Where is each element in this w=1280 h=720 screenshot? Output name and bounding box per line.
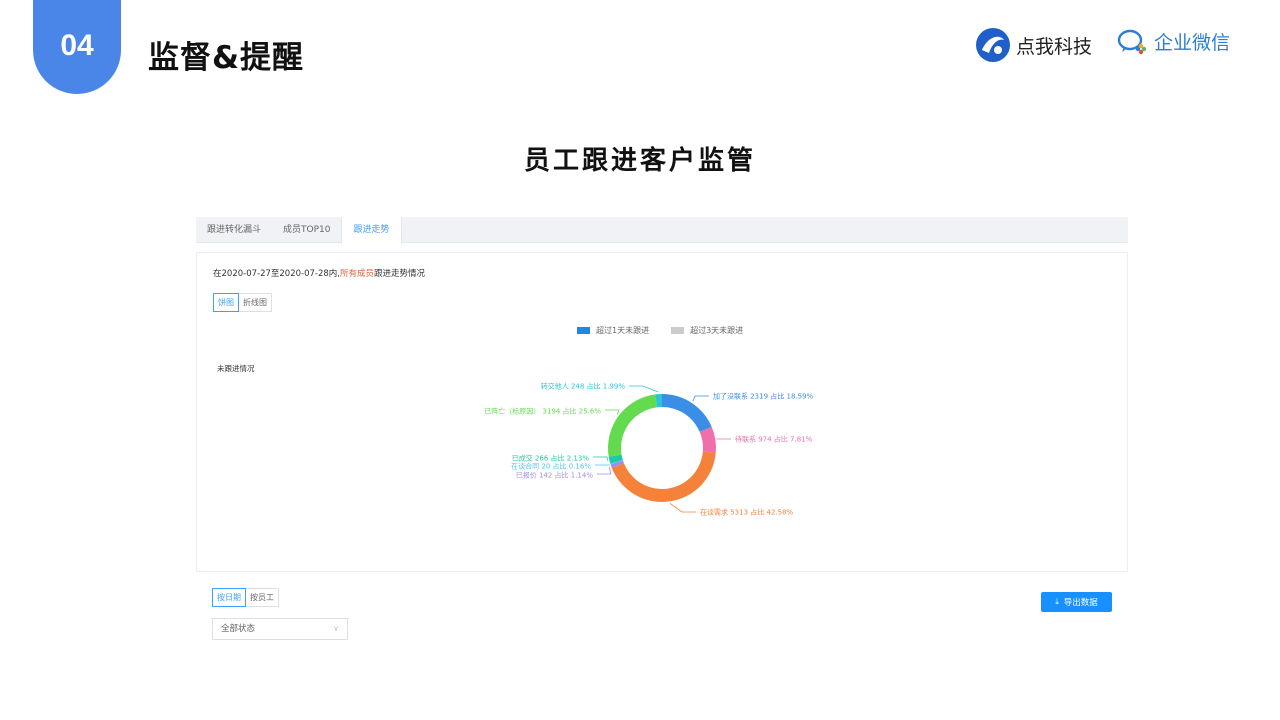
filter-bar: 按日期 按员工 全部状态 ∨ ⤓ 导出数据 <box>196 572 1128 642</box>
donut-leader-line <box>593 456 608 461</box>
status-select-value: 全部状态 <box>221 624 256 634</box>
donut-slice-label: 在谈合同 20 占比 0.16% <box>511 462 591 471</box>
tab-trend[interactable]: 跟进走势 <box>341 217 402 244</box>
brand-dianwo: 点我科技 <box>974 26 1092 64</box>
brand-name: 点我科技 <box>1016 35 1093 58</box>
donut-slice-label: 加了没联系 2319 占比 18.59% <box>713 392 814 401</box>
report-panel: 跟进转化漏斗 成员TOP10 跟进走势 在2020-07-27至2020-07-… <box>196 217 1128 642</box>
chart-card: 在2020-07-27至2020-07-28内,所有成员跟进走势情况 饼图 折线… <box>196 252 1128 572</box>
donut-slice-label: 已报价 142 占比 1.14% <box>516 471 594 480</box>
donut-chart: 加了没联系 2319 占比 18.59% 待联系 974 占比 7.81% 在谈需求… <box>484 382 814 517</box>
donut-slice[interactable] <box>662 394 712 432</box>
brand-wecom: 企业微信 <box>1116 26 1230 56</box>
export-button[interactable]: ⤓ 导出数据 <box>1041 592 1112 612</box>
donut-leader-line <box>692 395 709 402</box>
donut-leader-line <box>669 503 696 513</box>
download-icon: ⤓ <box>1055 597 1059 606</box>
tab-bar: 跟进转化漏斗 成员TOP10 跟进走势 <box>196 217 1128 244</box>
donut-slice[interactable] <box>608 394 657 457</box>
donut-leader-line <box>629 385 659 393</box>
donut-slice-label: 已成交 266 占比 2.13% <box>512 454 590 463</box>
export-button-label: 导出数据 <box>1063 598 1098 608</box>
donut-slice-label: 转交他人 248 占比 1.99% <box>541 382 626 391</box>
donut-slice-label: 在谈需求 5313 占比 42.58% <box>700 508 794 517</box>
status-select[interactable]: 全部状态 ∨ <box>212 618 348 640</box>
view-toggle: 按日期 按员工 <box>212 588 279 607</box>
donut-leader-line <box>597 466 612 475</box>
dianwo-logo-icon <box>976 28 1010 62</box>
donut-slice[interactable] <box>611 451 716 503</box>
tab-top10[interactable]: 成员TOP10 <box>272 217 341 243</box>
wecom-logo-icon <box>1117 29 1147 55</box>
brand-name: 企业微信 <box>1154 31 1231 54</box>
page-title: 监督&提醒 <box>148 40 305 76</box>
donut-slice-label: 已阵亡（标原因） 3194 占比 25.6% <box>484 407 601 416</box>
donut-slice-label: 待联系 974 占比 7.81% <box>735 435 813 444</box>
slide: 04 监督&提醒 点我科技 企业微信 员工跟进客户监管 跟进转化漏斗 成员TOP… <box>0 0 1280 720</box>
donut-leader-line <box>605 409 620 415</box>
main-heading: 员工跟进客户监管 <box>523 146 756 176</box>
by-date-button[interactable]: 按日期 <box>212 588 246 607</box>
by-staff-button[interactable]: 按员工 <box>246 588 279 607</box>
tab-funnel[interactable]: 跟进转化漏斗 <box>196 217 272 243</box>
chevron-down-icon: ∨ <box>333 624 339 633</box>
section-number-badge: 04 <box>33 0 121 94</box>
